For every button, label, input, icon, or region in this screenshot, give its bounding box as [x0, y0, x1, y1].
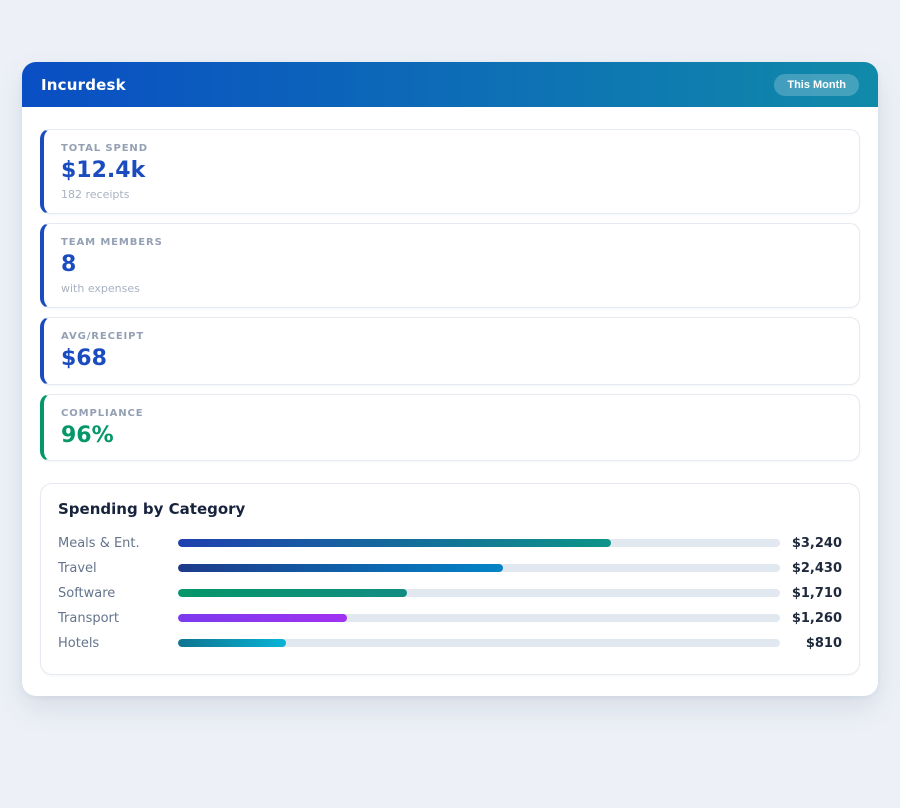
stat-value: 96% — [61, 424, 842, 448]
stat-value: 8 — [61, 253, 842, 277]
category-label: Software — [58, 586, 178, 601]
category-label: Meals & Ent. — [58, 536, 178, 551]
stat-label: COMPLIANCE — [61, 408, 842, 419]
category-value: $810 — [780, 636, 842, 651]
category-value: $3,240 — [780, 536, 842, 551]
bar-fill-hotels — [178, 639, 286, 647]
category-label: Transport — [58, 611, 178, 626]
bar-fill-travel — [178, 564, 503, 572]
stat-subtext: with expenses — [61, 282, 842, 295]
bar-fill-transport — [178, 614, 347, 622]
stat-card-total-spend: TOTAL SPEND $12.4k 182 receipts — [40, 129, 860, 214]
app-title: Incurdesk — [41, 76, 126, 94]
spending-by-category-card: Spending by Category Meals & Ent. $3,240… — [40, 483, 860, 675]
chart-row-hotels: Hotels $810 — [58, 631, 842, 656]
stat-card-compliance: COMPLIANCE 96% — [40, 394, 860, 461]
bar-fill-meals — [178, 539, 611, 547]
stat-value: $12.4k — [61, 159, 842, 183]
dashboard-panel: Incurdesk This Month TOTAL SPEND $12.4k … — [22, 62, 878, 696]
bar-track — [178, 614, 780, 622]
bar-track — [178, 564, 780, 572]
bar-track — [178, 589, 780, 597]
stat-value: $68 — [61, 347, 842, 371]
period-badge[interactable]: This Month — [774, 74, 859, 96]
stat-card-avg-receipt: AVG/RECEIPT $68 — [40, 317, 860, 384]
category-value: $1,710 — [780, 586, 842, 601]
stat-label: TOTAL SPEND — [61, 143, 842, 154]
bar-fill-software — [178, 589, 407, 597]
category-value: $1,260 — [780, 611, 842, 626]
bar-track — [178, 539, 780, 547]
category-label: Travel — [58, 561, 178, 576]
bar-track — [178, 639, 780, 647]
stat-subtext: 182 receipts — [61, 188, 842, 201]
chart-row-software: Software $1,710 — [58, 581, 842, 606]
app-header: Incurdesk This Month — [22, 62, 878, 107]
stat-card-team-members: TEAM MEMBERS 8 with expenses — [40, 223, 860, 308]
category-value: $2,430 — [780, 561, 842, 576]
stat-label: AVG/RECEIPT — [61, 331, 842, 342]
chart-row-travel: Travel $2,430 — [58, 556, 842, 581]
chart-row-transport: Transport $1,260 — [58, 606, 842, 631]
main-content: TOTAL SPEND $12.4k 182 receipts TEAM MEM… — [22, 107, 878, 696]
stat-label: TEAM MEMBERS — [61, 237, 842, 248]
chart-row-meals: Meals & Ent. $3,240 — [58, 531, 842, 556]
chart-title: Spending by Category — [58, 500, 842, 518]
category-label: Hotels — [58, 636, 178, 651]
